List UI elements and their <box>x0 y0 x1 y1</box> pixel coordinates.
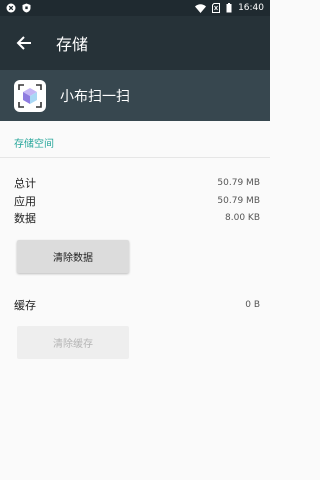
no-sim-icon <box>212 3 221 13</box>
data-size-value: 8.00 KB <box>225 213 260 223</box>
clear-cache-button[interactable]: 清除缓存 <box>17 326 129 359</box>
cache-value: 0 B <box>245 300 260 310</box>
section-title-storage: 存储空间 <box>14 139 54 150</box>
data-size-row: 数据 8.00 KB <box>14 211 260 225</box>
total-row: 总计 50.79 MB <box>14 176 260 190</box>
status-bar: 16:40 <box>0 0 270 16</box>
status-time: 16:40 <box>238 3 264 13</box>
app-header: 小布扫一扫 <box>0 70 270 121</box>
cache-label: 缓存 <box>14 299 36 312</box>
page-title: 存储 <box>56 35 89 54</box>
status-right-icons: 16:40 <box>195 3 264 13</box>
app-name: 小布扫一扫 <box>60 88 130 105</box>
total-value: 50.79 MB <box>217 178 260 188</box>
storage-screen: 16:40 存储 小布扫一扫 存储空间 总计 50.79 MB 应用 50.79… <box>0 0 270 480</box>
app-size-row: 应用 50.79 MB <box>14 194 260 208</box>
wifi-icon <box>195 3 207 13</box>
back-button[interactable] <box>6 25 42 61</box>
cache-row: 缓存 0 B <box>14 298 260 312</box>
status-left-icons <box>6 3 31 13</box>
scan-cube-icon <box>14 79 46 112</box>
total-label: 总计 <box>14 177 36 190</box>
arrow-back-icon <box>16 36 31 50</box>
shield-icon <box>22 3 31 13</box>
clear-data-button[interactable]: 清除数据 <box>17 240 129 273</box>
data-size-label: 数据 <box>14 212 36 225</box>
close-circle-icon <box>6 3 16 13</box>
app-size-label: 应用 <box>14 195 36 208</box>
app-bar: 存储 <box>0 16 270 70</box>
app-size-value: 50.79 MB <box>217 196 260 206</box>
divider <box>0 157 270 158</box>
battery-icon <box>226 3 232 13</box>
